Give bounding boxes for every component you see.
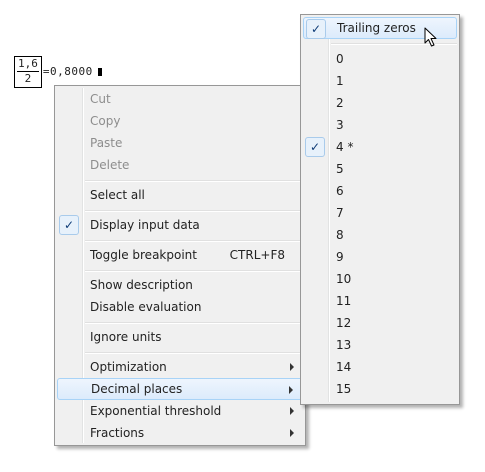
menu-item-label: 3 [336, 118, 344, 132]
menu-item-label: 2 [336, 96, 344, 110]
submenu-item-11[interactable]: 11 [303, 290, 457, 312]
menu-item-label: 0 [336, 52, 344, 66]
math-expression[interactable]: 1,6 2 =0,8000 [14, 55, 102, 88]
menu-item-label: Copy [90, 114, 121, 128]
menu-item-paste: Paste [57, 132, 303, 154]
menu-item-show-description[interactable]: Show description [57, 274, 303, 296]
menu-separator [85, 210, 303, 212]
submenu-item-3[interactable]: 3 [303, 114, 457, 136]
menu-item-label: 9 [336, 250, 344, 264]
submenu-item-15[interactable]: 15 [303, 378, 457, 400]
menu-item-label: Disable evaluation [90, 300, 202, 314]
menu-item-label: 13 [336, 338, 352, 352]
menu-item-label: Optimization [90, 360, 167, 374]
context-menu: Cut Copy Paste Delete Select all ✓ Displ… [54, 85, 306, 446]
menu-item-optimization[interactable]: Optimization [57, 356, 303, 378]
menu-item-ignore-units[interactable]: Ignore units [57, 326, 303, 348]
submenu-item-2[interactable]: 2 [303, 92, 457, 114]
menu-item-label: Exponential threshold [90, 404, 222, 418]
arrow-cursor-icon [424, 27, 437, 47]
menu-item-label: 11 [336, 294, 352, 308]
menu-separator [85, 240, 303, 242]
check-icon: ✓ [305, 137, 325, 157]
menu-item-label: 8 [336, 228, 344, 242]
fraction[interactable]: 1,6 2 [14, 55, 42, 88]
submenu-item-13[interactable]: 13 [303, 334, 457, 356]
submenu-item-5[interactable]: 5 [303, 158, 457, 180]
submenu-item-7[interactable]: 7 [303, 202, 457, 224]
menu-item-delete: Delete [57, 154, 303, 176]
menu-item-label: 4 * [336, 140, 354, 154]
menu-item-label: 12 [336, 316, 352, 330]
menu-item-label: 5 [336, 162, 344, 176]
menu-item-label: Toggle breakpoint [90, 248, 197, 262]
fraction-denominator: 2 [24, 72, 32, 85]
submenu-item-0[interactable]: 0 [303, 48, 457, 70]
submenu-item-1[interactable]: 1 [303, 70, 457, 92]
submenu-item-8[interactable]: 8 [303, 224, 457, 246]
submenu-item-9[interactable]: 9 [303, 246, 457, 268]
menu-separator [331, 43, 457, 45]
menu-item-label: 7 [336, 206, 344, 220]
check-icon: ✓ [59, 215, 79, 235]
menu-item-toggle-breakpoint[interactable]: Toggle breakpoint CTRL+F8 [57, 244, 303, 266]
submenu-item-6[interactable]: 6 [303, 180, 457, 202]
chevron-right-icon [290, 407, 294, 415]
menu-item-disable-evaluation[interactable]: Disable evaluation [57, 296, 303, 318]
menu-item-label: Delete [90, 158, 130, 172]
chevron-right-icon [290, 429, 294, 437]
menu-item-label: Paste [90, 136, 123, 150]
decimal-places-submenu: ✓ Trailing zeros 0 1 2 3 ✓ 4 * 5 6 7 8 9… [300, 14, 460, 405]
submenu-item-12[interactable]: 12 [303, 312, 457, 334]
menu-separator [85, 352, 303, 354]
menu-item-label: 6 [336, 184, 344, 198]
menu-separator [85, 180, 303, 182]
menu-separator [85, 322, 303, 324]
menu-item-decimal-places[interactable]: Decimal places [57, 378, 303, 400]
menu-separator [85, 270, 303, 272]
submenu-item-14[interactable]: 14 [303, 356, 457, 378]
chevron-right-icon [290, 363, 294, 371]
menu-item-label: Cut [90, 92, 111, 106]
check-icon: ✓ [306, 19, 326, 39]
fraction-numerator: 1,6 [18, 57, 38, 70]
menu-item-fractions[interactable]: Fractions [57, 422, 303, 444]
evaluation-result: =0,8000 [42, 65, 93, 78]
menu-item-display-input-data[interactable]: ✓ Display input data [57, 214, 303, 236]
menu-item-label: 10 [336, 272, 352, 286]
menu-item-label: 1 [336, 74, 344, 88]
menu-item-select-all[interactable]: Select all [57, 184, 303, 206]
submenu-item-4[interactable]: ✓ 4 * [303, 136, 457, 158]
menu-item-label: Ignore units [90, 330, 162, 344]
menu-item-label: Fractions [90, 426, 145, 440]
menu-item-label: 14 [336, 360, 352, 374]
menu-item-cut: Cut [57, 88, 303, 110]
menu-item-label: Trailing zeros [337, 21, 416, 35]
menu-item-label: 15 [336, 382, 352, 396]
menu-item-copy: Copy [57, 110, 303, 132]
menu-item-label: Show description [90, 278, 193, 292]
menu-item-label: Display input data [90, 218, 200, 232]
menu-item-label: Decimal places [91, 382, 183, 396]
chevron-right-icon [289, 386, 293, 394]
menu-item-exponential-threshold[interactable]: Exponential threshold [57, 400, 303, 422]
menu-item-label: Select all [90, 188, 145, 202]
menu-item-shortcut: CTRL+F8 [229, 248, 285, 262]
text-cursor [97, 67, 102, 76]
submenu-item-10[interactable]: 10 [303, 268, 457, 290]
